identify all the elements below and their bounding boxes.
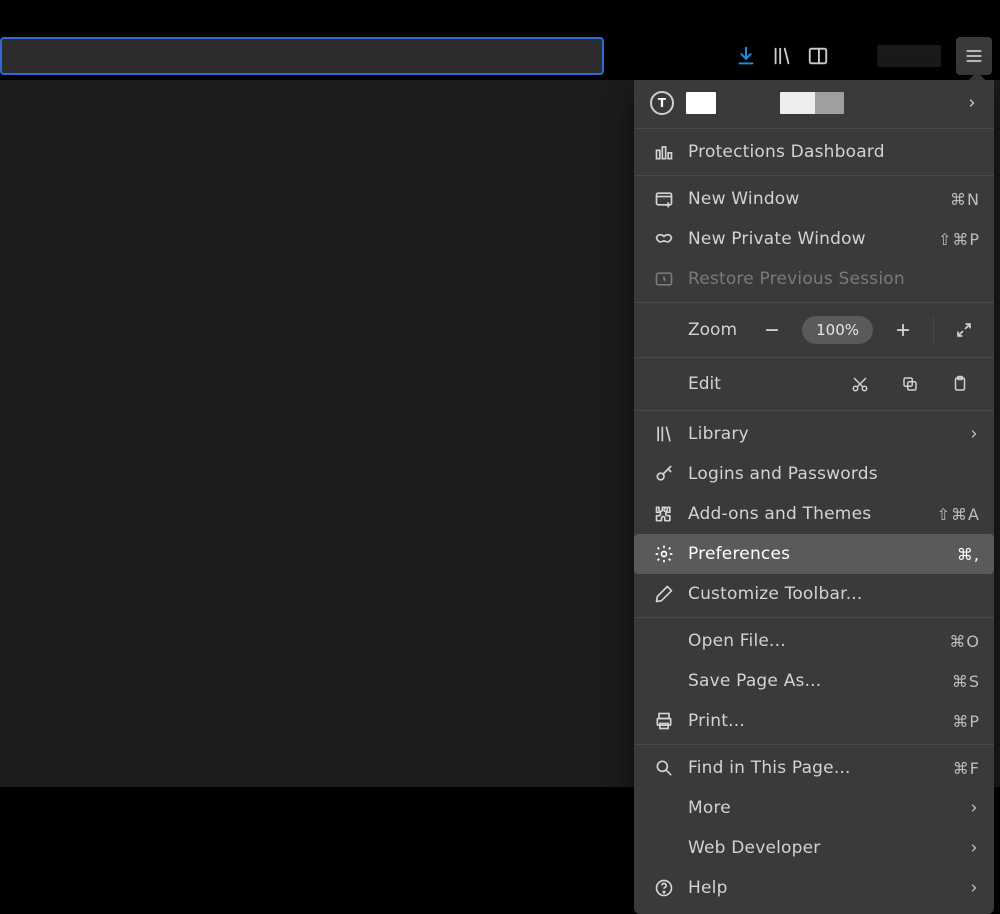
separator (634, 617, 994, 618)
zoom-out-button[interactable] (758, 316, 786, 344)
menu-item-label: Help (688, 878, 968, 898)
chevron-right-icon (968, 428, 980, 440)
edit-controls: Edit (634, 361, 994, 407)
restore-session-item: Restore Previous Session (634, 259, 994, 299)
chevron-right-icon (968, 882, 980, 894)
separator (634, 744, 994, 745)
edit-label: Edit (688, 374, 721, 394)
browser-toolbar (0, 0, 1000, 80)
menu-item-label: Web Developer (688, 838, 968, 858)
separator (634, 128, 994, 129)
zoom-controls: Zoom 100% (634, 306, 994, 354)
more-item[interactable]: More (634, 788, 994, 828)
library-item[interactable]: Library (634, 414, 994, 454)
window-icon (654, 189, 674, 209)
web-developer-item[interactable]: Web Developer (634, 828, 994, 868)
menu-item-label: Print... (688, 711, 952, 731)
account-letter: T (658, 96, 666, 110)
key-icon (654, 464, 674, 484)
account-block2 (780, 92, 844, 114)
account-row[interactable]: T (634, 80, 994, 125)
fullscreen-icon[interactable] (950, 316, 978, 344)
find-item[interactable]: Find in This Page... ⌘F (634, 748, 994, 788)
dashboard-icon (654, 142, 674, 162)
menu-item-label: Logins and Passwords (688, 464, 980, 484)
shortcut: ⌘P (952, 712, 980, 731)
separator (634, 357, 994, 358)
protections-dashboard-item[interactable]: Protections Dashboard (634, 132, 994, 172)
print-item[interactable]: Print... ⌘P (634, 701, 994, 741)
menu-item-label: Save Page As... (688, 671, 952, 691)
app-menu-button[interactable] (956, 37, 992, 75)
menu-item-label: Restore Previous Session (688, 269, 980, 289)
save-page-item[interactable]: Save Page As... ⌘S (634, 661, 994, 701)
shortcut: ⌘F (953, 759, 980, 778)
menu-item-label: New Window (688, 189, 950, 209)
shortcut: ⌘S (952, 672, 980, 691)
print-icon (654, 711, 674, 731)
menu-item-label: Customize Toolbar... (688, 584, 980, 604)
app-menu: T Protections Dashboard New Window ⌘N Ne… (634, 80, 994, 914)
chevron-right-icon (966, 97, 978, 109)
zoom-label: Zoom (688, 320, 737, 340)
shortcut: ⌘N (950, 190, 980, 209)
mask-icon (654, 229, 674, 249)
shortcut: ⌘, (957, 545, 980, 564)
menu-item-label: New Private Window (688, 229, 938, 249)
new-window-item[interactable]: New Window ⌘N (634, 179, 994, 219)
separator (933, 317, 934, 343)
zoom-in-button[interactable] (889, 316, 917, 344)
chevron-right-icon (968, 802, 980, 814)
menu-item-label: Library (688, 424, 968, 444)
address-bar[interactable] (0, 37, 604, 75)
puzzle-icon (654, 504, 674, 524)
brush-icon (654, 584, 674, 604)
separator (634, 175, 994, 176)
copy-icon[interactable] (892, 370, 928, 398)
logins-item[interactable]: Logins and Passwords (634, 454, 994, 494)
zoom-value[interactable]: 100% (802, 316, 873, 344)
cut-icon[interactable] (842, 370, 878, 398)
sidebar-icon[interactable] (807, 45, 829, 67)
help-item[interactable]: Help (634, 868, 994, 908)
new-private-window-item[interactable]: New Private Window ⇧⌘P (634, 219, 994, 259)
gear-icon (654, 544, 674, 564)
menu-item-label: Find in This Page... (688, 758, 953, 778)
menu-item-label: Preferences (688, 544, 957, 564)
paste-icon[interactable] (942, 370, 978, 398)
separator (634, 410, 994, 411)
account-avatar: T (650, 91, 674, 115)
menu-item-label: More (688, 798, 968, 818)
menu-item-label: Open File... (688, 631, 949, 651)
help-icon (654, 878, 674, 898)
shortcut: ⌘O (949, 632, 980, 651)
shortcut: ⇧⌘A (937, 505, 980, 524)
toolbar-icon-group (735, 37, 941, 75)
shortcut: ⇧⌘P (938, 230, 980, 249)
menu-item-label: Add-ons and Themes (688, 504, 937, 524)
preferences-item[interactable]: Preferences ⌘, (634, 534, 994, 574)
downloads-icon[interactable] (735, 45, 757, 67)
chevron-right-icon (968, 842, 980, 854)
search-icon (654, 758, 674, 778)
account-indicator[interactable] (843, 45, 941, 67)
menu-item-label: Protections Dashboard (688, 142, 980, 162)
library-icon[interactable] (771, 45, 793, 67)
library-icon (654, 424, 674, 444)
account-block (686, 92, 716, 114)
addons-item[interactable]: Add-ons and Themes ⇧⌘A (634, 494, 994, 534)
open-file-item[interactable]: Open File... ⌘O (634, 621, 994, 661)
separator (634, 302, 994, 303)
restore-icon (654, 269, 674, 289)
customize-toolbar-item[interactable]: Customize Toolbar... (634, 574, 994, 614)
